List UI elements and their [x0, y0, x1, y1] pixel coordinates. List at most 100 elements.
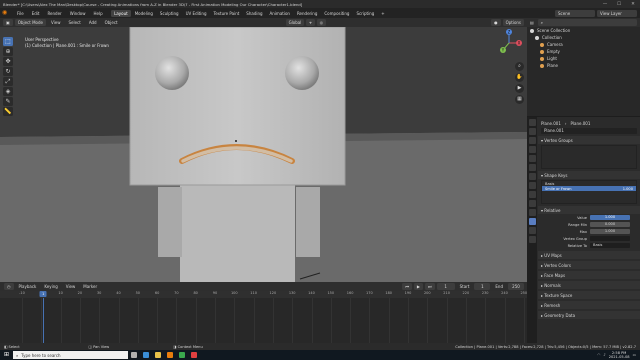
tab-animation[interactable]: Animation — [267, 10, 293, 17]
section-collapsed[interactable]: ▸ Face Maps — [538, 271, 640, 279]
menu-edit[interactable]: Edit — [28, 11, 44, 16]
section-relative[interactable]: ▾ Relative — [538, 206, 640, 214]
section-collapsed[interactable]: ▸ Geometry Data — [538, 311, 640, 319]
mesh-data-name-field[interactable]: Plane.001 — [541, 128, 637, 134]
options-button[interactable]: Options — [502, 19, 525, 26]
section-collapsed[interactable]: ▸ Vertex Colors — [538, 261, 640, 269]
viewport-menu-view[interactable]: View — [47, 20, 65, 25]
jump-start-icon[interactable]: ⏮ — [402, 283, 412, 290]
timeline-editor-icon[interactable]: ◷ — [4, 283, 14, 290]
tab-sculpting[interactable]: Sculpting — [157, 10, 182, 17]
jump-end-icon[interactable]: ⏭ — [425, 283, 435, 290]
menu-window[interactable]: Window — [66, 11, 90, 16]
viewport-menu-select[interactable]: Select — [64, 20, 84, 25]
menu-help[interactable]: Help — [89, 11, 106, 16]
tab-texture-paint[interactable]: Texture Paint — [210, 10, 242, 17]
play-icon[interactable]: ▶ — [413, 283, 423, 290]
menu-render[interactable]: Render — [43, 11, 65, 16]
mode-selector[interactable]: Object Mode — [14, 19, 46, 26]
tab-rendering[interactable]: Rendering — [294, 10, 320, 17]
blender-icon[interactable] — [164, 350, 176, 360]
volume-icon[interactable]: ♪ — [603, 353, 605, 357]
viewport-menu-add[interactable]: Add — [85, 20, 101, 25]
material-tab-icon[interactable] — [528, 227, 536, 234]
cursor-icon[interactable]: ⊕ — [3, 47, 13, 56]
outliner-row[interactable]: Empty — [527, 48, 640, 55]
navigation-gizmo[interactable]: X Z Y — [495, 29, 523, 57]
menu-file[interactable]: File — [13, 11, 28, 16]
current-frame-field[interactable]: 1 — [436, 283, 455, 290]
minimize-button[interactable]: — — [598, 2, 612, 7]
tab-shading[interactable]: Shading — [243, 10, 265, 17]
proportional-edit-icon[interactable]: ◎ — [316, 19, 327, 26]
edge-icon[interactable] — [140, 350, 152, 360]
windows-start-icon[interactable]: ⊞ — [0, 350, 13, 360]
outliner-row[interactable]: Camera — [527, 41, 640, 48]
add-workspace-button[interactable]: + — [378, 10, 387, 17]
mesh-data-tab-icon[interactable] — [528, 218, 536, 225]
world-tab-icon[interactable] — [528, 164, 536, 171]
outliner-display-icon[interactable]: ▤ — [530, 20, 534, 25]
section-vertex-groups[interactable]: ▾ Vertex Groups — [538, 136, 640, 144]
clock-date[interactable]: 2021-05-08 — [609, 355, 630, 359]
outliner-row[interactable]: Collection — [527, 34, 640, 41]
output-tab-icon[interactable] — [528, 137, 536, 144]
section-collapsed[interactable]: ▸ Texture Space — [538, 291, 640, 299]
end-frame-field[interactable]: 250 — [508, 283, 524, 290]
move-icon[interactable]: ✥ — [3, 57, 13, 66]
task-view-icon[interactable] — [128, 350, 140, 360]
outliner-row[interactable]: Scene Collection — [527, 27, 640, 34]
outliner-row[interactable]: Plane — [527, 62, 640, 69]
property-value-field[interactable]: 1.000 — [590, 214, 630, 221]
shape-key-value[interactable]: 1.000 — [623, 187, 633, 191]
outliner-row[interactable]: Light — [527, 55, 640, 62]
scene-selector[interactable]: Scene — [555, 9, 595, 17]
section-collapsed[interactable]: ▸ UV Maps — [538, 251, 640, 259]
blender-logo-icon[interactable]: ◉ — [2, 10, 10, 16]
viewport-menu-object[interactable]: Object — [101, 20, 122, 25]
pan-hand-icon[interactable]: ✋ — [515, 73, 524, 82]
modifier-tab-icon[interactable] — [528, 182, 536, 189]
recorder-icon[interactable] — [188, 350, 200, 360]
mesh-name-crumb[interactable]: Plane.001 — [571, 121, 591, 126]
section-shape-keys[interactable]: ▾ Shape Keys — [538, 171, 640, 179]
shape-key-row[interactable]: Smile or Frown 1.000 — [542, 186, 636, 191]
render-tab-icon[interactable] — [528, 128, 536, 135]
scale-icon[interactable]: ⤢ — [3, 77, 13, 86]
annotate-icon[interactable]: ✎ — [3, 97, 13, 106]
section-collapsed[interactable]: ▸ Normals — [538, 281, 640, 289]
network-icon[interactable]: ◠ — [597, 353, 600, 357]
timeline-ruler[interactable]: -100102030405060708090100110120130140150… — [0, 291, 527, 298]
timeline-menu-keying[interactable]: Keying — [40, 284, 61, 289]
timeline-menu-playback[interactable]: Playback — [15, 284, 41, 289]
view-layer-tab-icon[interactable] — [528, 146, 536, 153]
taskbar-search-input[interactable]: ⌕ Type here to search — [13, 351, 128, 359]
cursor-select-icon[interactable]: ⬚ — [3, 37, 13, 46]
playhead[interactable]: 1 — [39, 291, 47, 297]
tool-tab-icon[interactable] — [528, 119, 536, 126]
3d-viewport[interactable] — [0, 27, 527, 282]
zoom-icon[interactable]: ⌕ — [515, 62, 524, 71]
rotate-icon[interactable]: ↻ — [3, 67, 13, 76]
property-value-field[interactable]: 0.000 — [590, 221, 630, 228]
maximize-button[interactable]: ☐ — [612, 2, 626, 7]
object-name-crumb[interactable]: Plane.001 — [541, 121, 561, 126]
tab-compositing[interactable]: Compositing — [321, 10, 352, 17]
texture-tab-icon[interactable] — [528, 236, 536, 243]
timeline-menu-marker[interactable]: Marker — [79, 284, 101, 289]
snap-icon[interactable]: ⌖ — [306, 19, 315, 26]
tab-uv-editing[interactable]: UV Editing — [183, 10, 210, 17]
vertex-groups-list[interactable] — [541, 145, 637, 169]
property-value-field[interactable]: Basis — [590, 242, 630, 249]
camera-view-icon[interactable]: ▶ — [515, 84, 524, 93]
tab-layout[interactable]: Layout — [111, 9, 131, 17]
transform-icon[interactable]: ◈ — [3, 87, 13, 96]
start-frame-field[interactable]: 1 — [474, 283, 491, 290]
measure-icon[interactable]: 📏 — [3, 107, 13, 116]
camtasia-icon[interactable] — [176, 350, 188, 360]
grid-icon[interactable]: ▦ — [515, 95, 524, 104]
timeline-menu-view[interactable]: View — [62, 284, 80, 289]
editor-type-button[interactable]: ▣ — [3, 19, 13, 26]
physics-tab-icon[interactable] — [528, 200, 536, 207]
shading-solid-icon[interactable]: ● — [491, 19, 501, 26]
